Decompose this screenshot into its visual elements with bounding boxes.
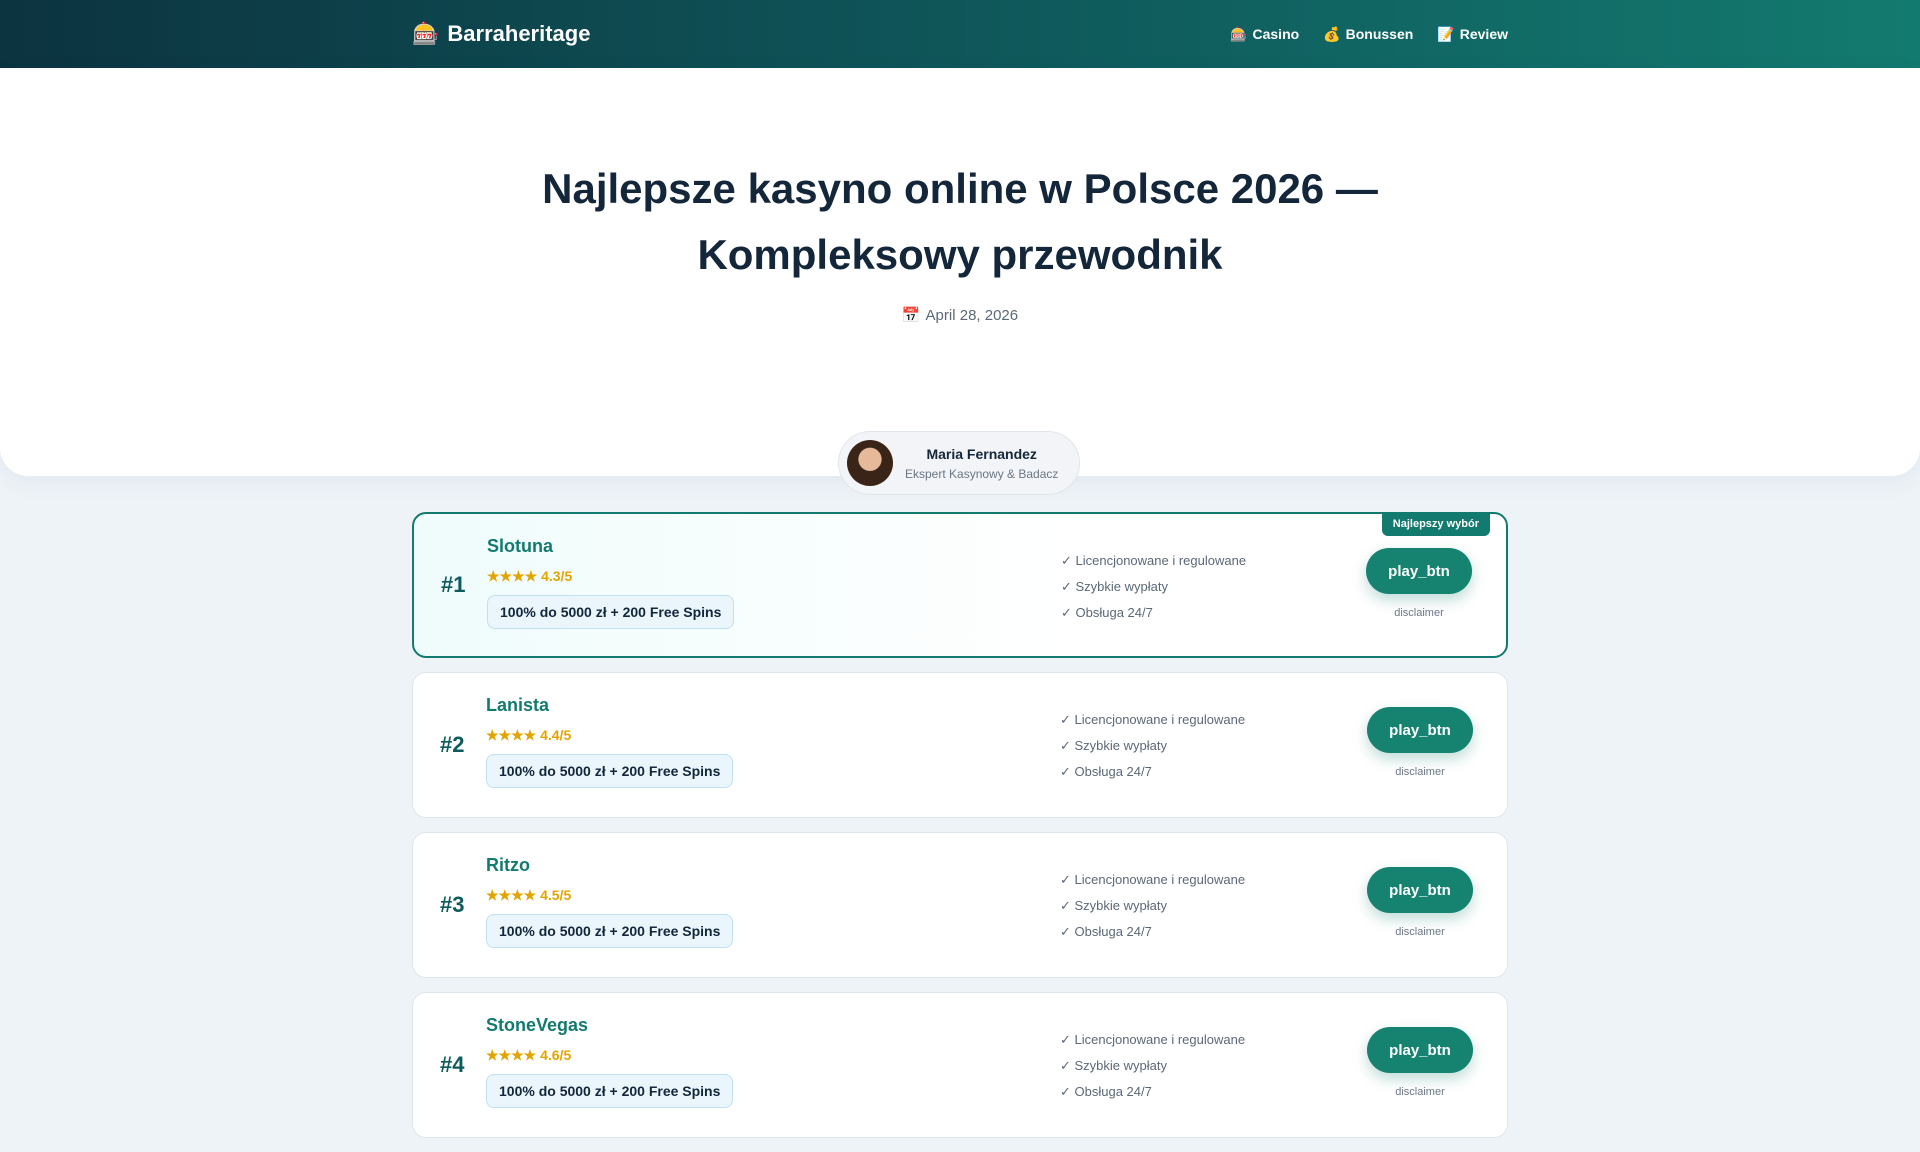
avatar: [847, 440, 893, 486]
casino-card: #2 Lanista ★★★★ 4.4/5 100% do 5000 zł + …: [412, 672, 1508, 818]
bonus-offer: 100% do 5000 zł + 200 Free Spins: [486, 1074, 734, 1108]
calendar-icon: 📅: [901, 307, 921, 324]
bonus-offer: 100% do 5000 zł + 200 Free Spins: [486, 914, 734, 948]
author-role: Ekspert Kasynowy & Badacz: [905, 466, 1059, 481]
page-title: Najlepsze kasyno online w Polsce 2026 — …: [542, 165, 1378, 278]
bonus-offer: 100% do 5000 zł + 200 Free Spins: [487, 595, 735, 629]
disclaimer-text: disclaimer: [1394, 607, 1444, 619]
casino-name[interactable]: StoneVegas: [486, 1015, 588, 1036]
author-name: Maria Fernandez: [926, 445, 1037, 462]
star-rating: ★★★★ 4.3/5: [487, 568, 573, 584]
play-button[interactable]: play_btn: [1366, 548, 1472, 594]
casino-card: #4 StoneVegas ★★★★ 4.6/5 100% do 5000 zł…: [412, 992, 1508, 1138]
nav-link-casino[interactable]: 🎰 Casino: [1230, 26, 1299, 43]
feature-item: ✓ Licencjonowane i regulowane: [1060, 712, 1246, 727]
nav-label-review: Review: [1459, 26, 1508, 42]
hero-section: Najlepsze kasyno online w Polsce 2026 — …: [0, 68, 1920, 495]
feature-item: ✓ Obsługa 24/7: [1061, 605, 1153, 620]
play-button[interactable]: play_btn: [1367, 1027, 1473, 1073]
feature-item: ✓ Licencjonowane i regulowane: [1060, 1032, 1246, 1047]
casino-list: Najlepszy wybór #1 Slotuna ★★★★ 4.3/5 10…: [412, 512, 1508, 1152]
play-button[interactable]: play_btn: [1367, 707, 1473, 753]
feature-item: ✓ Szybkie wypłaty: [1061, 579, 1168, 594]
feature-item: ✓ Szybkie wypłaty: [1060, 1058, 1167, 1073]
best-choice-badge: Najlepszy wybór: [1381, 512, 1490, 536]
bonus-offer: 100% do 5000 zł + 200 Free Spins: [486, 754, 734, 788]
site-logo[interactable]: 🎰 Barraheritage: [412, 0, 590, 68]
author-card[interactable]: Maria Fernandez Ekspert Kasynowy & Badac…: [838, 431, 1080, 495]
feature-list: ✓ Licencjonowane i regulowane ✓ Szybkie …: [1061, 548, 1246, 626]
feature-list: ✓ Licencjonowane i regulowane ✓ Szybkie …: [1060, 1027, 1245, 1105]
feature-item: ✓ Licencjonowane i regulowane: [1061, 553, 1247, 568]
money-bag-icon: 💰: [1323, 25, 1341, 42]
feature-item: ✓ Obsługa 24/7: [1060, 764, 1152, 779]
publish-date: 📅 April 28, 2026: [0, 306, 1920, 325]
feature-item: ✓ Szybkie wypłaty: [1060, 738, 1167, 753]
feature-item: ✓ Obsługa 24/7: [1060, 1084, 1152, 1099]
star-rating: ★★★★ 4.5/5: [486, 887, 572, 903]
casino-rank: #3: [440, 892, 465, 917]
feature-item: ✓ Licencjonowane i regulowane: [1060, 872, 1246, 887]
disclaimer-text: disclaimer: [1395, 926, 1445, 938]
casino-name[interactable]: Ritzo: [486, 855, 530, 876]
star-rating: ★★★★ 4.4/5: [486, 727, 572, 743]
memo-icon: 📝: [1437, 25, 1455, 42]
top-navigation-bar: 🎰 Barraheritage 🎰 Casino 💰 Bonussen 📝 Re…: [0, 0, 1920, 68]
nav-label-casino: Casino: [1252, 26, 1300, 42]
casino-rank: #4: [440, 1052, 465, 1077]
nav-link-bonussen[interactable]: 💰 Bonussen: [1323, 26, 1413, 43]
site-name: Barraheritage: [447, 21, 591, 46]
casino-rank: #2: [440, 732, 465, 757]
casino-rank: #1: [441, 572, 466, 597]
feature-list: ✓ Licencjonowane i regulowane ✓ Szybkie …: [1060, 707, 1245, 785]
slot-machine-icon: 🎰: [412, 21, 440, 46]
disclaimer-text: disclaimer: [1395, 1086, 1445, 1098]
nav-link-review[interactable]: 📝 Review: [1437, 26, 1508, 43]
casino-card: #3 Ritzo ★★★★ 4.5/5 100% do 5000 zł + 20…: [412, 832, 1508, 978]
date-text: April 28, 2026: [925, 306, 1019, 324]
nav-label-bonussen: Bonussen: [1345, 26, 1414, 42]
main-nav: 🎰 Casino 💰 Bonussen 📝 Review: [1230, 0, 1508, 68]
casino-name[interactable]: Lanista: [486, 695, 549, 716]
star-rating: ★★★★ 4.6/5: [486, 1047, 572, 1063]
feature-item: ✓ Szybkie wypłaty: [1060, 898, 1167, 913]
casino-card: Najlepszy wybór #1 Slotuna ★★★★ 4.3/5 10…: [412, 512, 1508, 658]
feature-item: ✓ Obsługa 24/7: [1060, 924, 1152, 939]
casino-name[interactable]: Slotuna: [487, 536, 553, 557]
play-button[interactable]: play_btn: [1367, 867, 1473, 913]
slot-machine-icon: 🎰: [1230, 25, 1248, 42]
feature-list: ✓ Licencjonowane i regulowane ✓ Szybkie …: [1060, 867, 1245, 945]
disclaimer-text: disclaimer: [1395, 766, 1445, 778]
